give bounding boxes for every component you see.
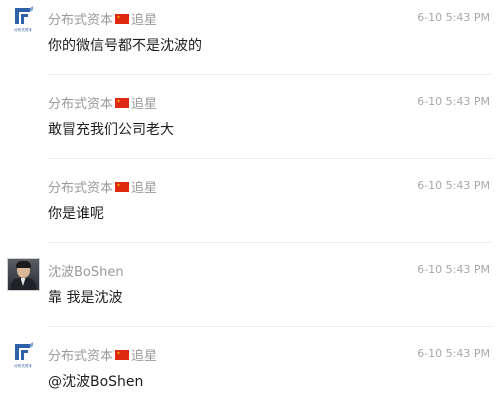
logo-caption: 分布式资本 [14, 363, 32, 368]
chat-feed: 分布式资本 分布式资本 追星 6-10 5:43 PM 你的微信号都不是沈波的 … [0, 0, 500, 412]
message-time: 6-10 5:43 PM [417, 95, 490, 108]
message-time: 6-10 5:43 PM [417, 179, 490, 192]
message-divider [48, 158, 492, 159]
sender-suffix: 追星 [131, 349, 158, 364]
chat-message: 沈波BoShen 6-10 5:43 PM 靠 我是沈波 [0, 252, 500, 336]
sender-suffix: 追星 [131, 13, 158, 28]
message-content: @沈波BoShen [48, 374, 144, 390]
message-content: 敢冒充我们公司老大 [48, 122, 174, 138]
logo-caption: 分布式资本 [14, 27, 32, 32]
message-time: 6-10 5:43 PM [417, 263, 490, 276]
chat-message: 分布式资本 分布式资本 追星 6-10 5:43 PM @沈波BoShen [0, 336, 500, 420]
message-content: 你的微信号都不是沈波的 [48, 38, 202, 54]
user-avatar[interactable] [6, 258, 40, 292]
company-logo-avatar[interactable]: 分布式资本 [6, 342, 40, 376]
sender-name[interactable]: 沈波BoShen [48, 261, 124, 280]
company-logo-icon [15, 6, 33, 24]
sender-line: 分布式资本 追星 [48, 9, 157, 28]
avatar-photo [6, 258, 40, 291]
chat-message: 分布式资本 追星 6-10 5:43 PM 敢冒充我们公司老大 [0, 84, 500, 168]
sender-suffix: 追星 [131, 97, 158, 112]
chat-message: 分布式资本 分布式资本 追星 6-10 5:43 PM 你的微信号都不是沈波的 [0, 0, 500, 84]
sender-line: 分布式资本 追星 [48, 93, 157, 112]
china-flag-icon [115, 97, 130, 108]
message-content: 靠 我是沈波 [48, 290, 123, 306]
sender-line: 分布式资本 追星 [48, 177, 157, 196]
china-flag-icon [115, 181, 130, 192]
sender-suffix: 追星 [131, 181, 158, 196]
message-divider [48, 74, 492, 75]
sender-name[interactable]: 分布式资本 [48, 345, 113, 364]
chat-message: 分布式资本 追星 6-10 5:43 PM 你是谁呢 [0, 168, 500, 252]
company-logo-icon [15, 342, 33, 360]
sender-name[interactable]: 分布式资本 [48, 177, 113, 196]
message-time: 6-10 5:43 PM [417, 11, 490, 24]
sender-line: 沈波BoShen [48, 261, 124, 280]
sender-name[interactable]: 分布式资本 [48, 9, 113, 28]
message-content: 你是谁呢 [48, 206, 104, 222]
sender-name[interactable]: 分布式资本 [48, 93, 113, 112]
china-flag-icon [115, 349, 130, 360]
sender-line: 分布式资本 追星 [48, 345, 157, 364]
message-divider [48, 326, 492, 327]
china-flag-icon [115, 13, 130, 24]
company-logo-avatar[interactable]: 分布式资本 [6, 6, 40, 40]
message-divider [48, 242, 492, 243]
message-time: 6-10 5:43 PM [417, 347, 490, 360]
